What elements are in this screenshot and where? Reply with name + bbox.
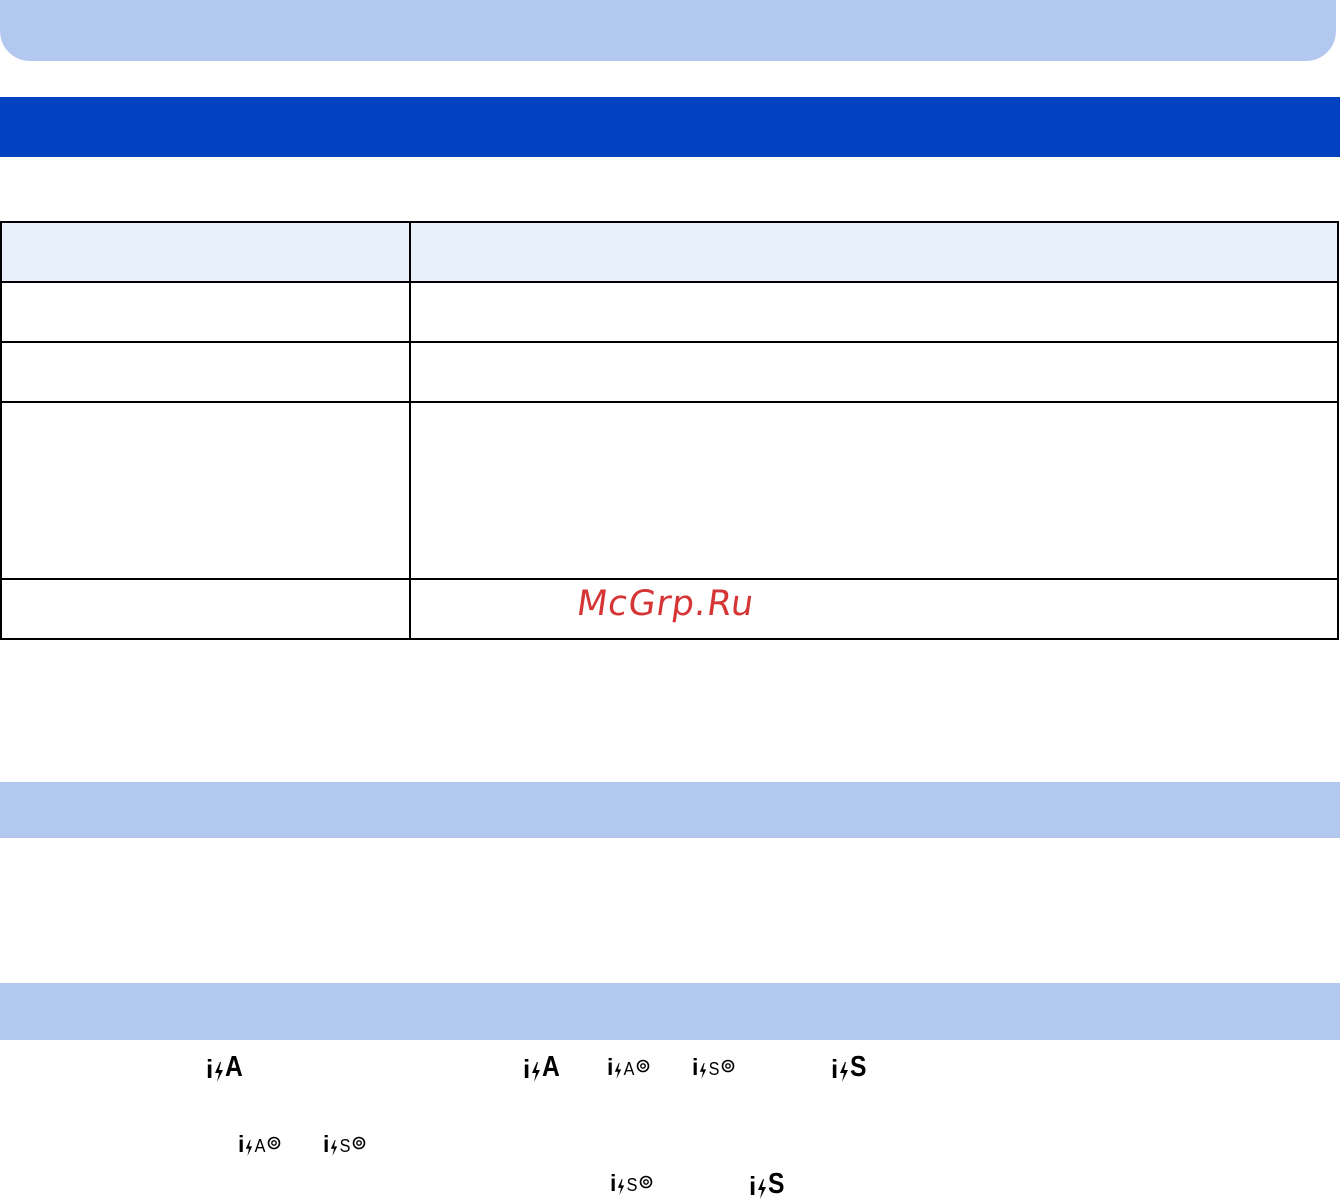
- watermark-text: McGrp.Ru: [574, 584, 758, 624]
- top-banner: [0, 0, 1336, 61]
- table-cell-description: [409, 281, 1339, 343]
- intelligent-flash-auto-icon: iA: [206, 1051, 244, 1084]
- table-header-cell-description: [409, 221, 1339, 283]
- table-cell-description: [409, 341, 1339, 403]
- table-cell-item: [0, 341, 411, 403]
- table-cell-item: [0, 578, 411, 640]
- intelligent-flash-auto-redeye-icon: iA: [238, 1133, 281, 1156]
- intelligent-flash-slow-redeye-icon: iS: [323, 1133, 366, 1156]
- table-row: [0, 341, 1339, 403]
- section-header-bar: [0, 97, 1340, 157]
- intelligent-flash-slow-icon: iS: [749, 1168, 785, 1201]
- table-row: [0, 401, 1339, 580]
- table-header-cell-item: [0, 221, 411, 283]
- intelligent-flash-slow-redeye-icon: iS: [610, 1172, 653, 1195]
- table-cell-description: [409, 401, 1339, 580]
- subsection-header-bar: [0, 782, 1340, 838]
- info-table: McGrp.Ru: [0, 221, 1339, 640]
- table-row: [0, 281, 1339, 343]
- table-cell-item: [0, 281, 411, 343]
- intelligent-flash-auto-redeye-icon: iA: [607, 1056, 650, 1079]
- table-cell-item: [0, 401, 411, 580]
- intelligent-flash-slow-icon: iS: [831, 1051, 867, 1084]
- table-header-row: [0, 221, 1339, 283]
- intelligent-flash-slow-redeye-icon: iS: [692, 1056, 735, 1079]
- subsection-header-bar: [0, 983, 1340, 1040]
- intelligent-flash-auto-icon: iA: [523, 1051, 561, 1084]
- table-cell-description: McGrp.Ru: [409, 578, 1339, 640]
- table-row: McGrp.Ru: [0, 578, 1339, 640]
